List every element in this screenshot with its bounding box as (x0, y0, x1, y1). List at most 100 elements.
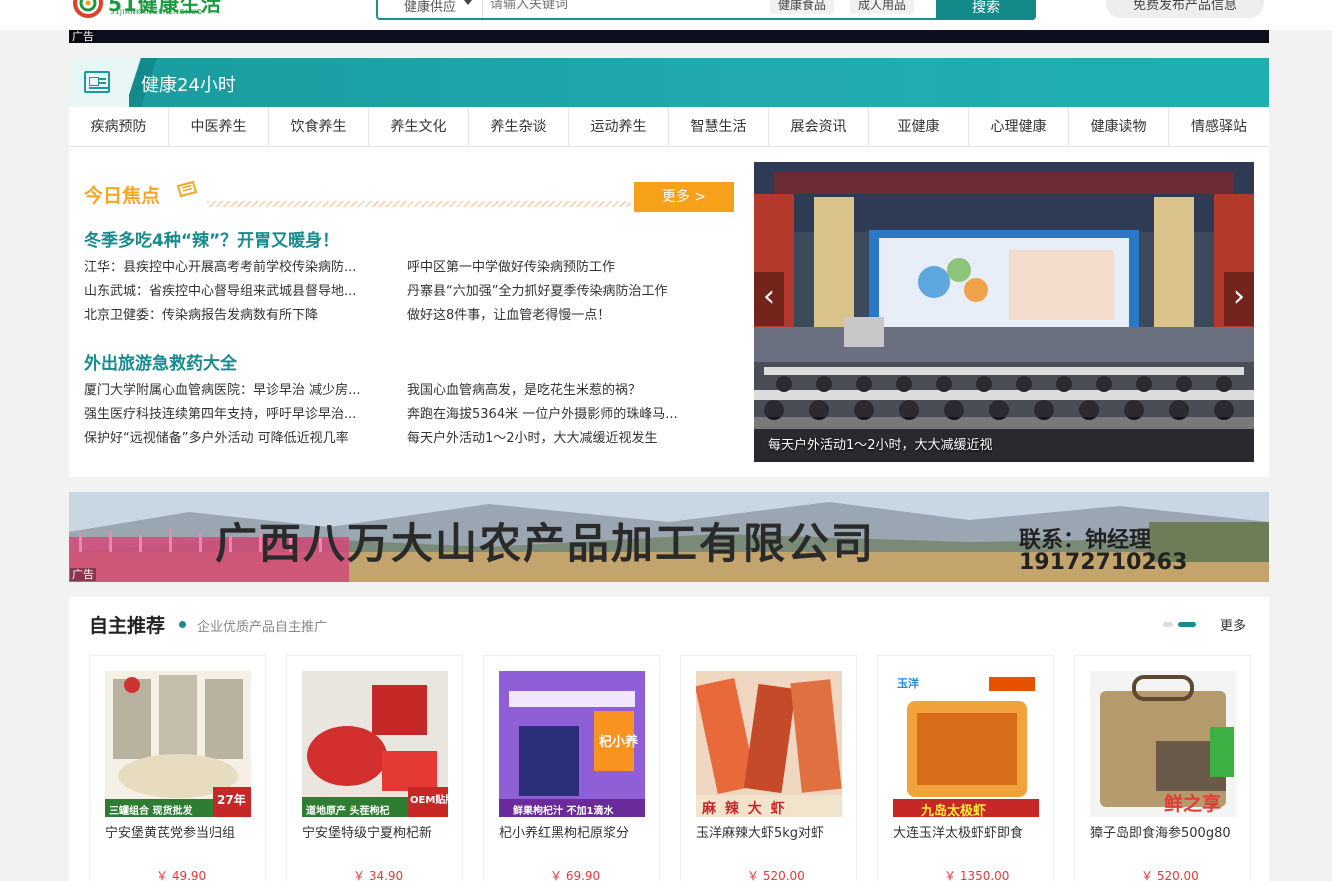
news-link[interactable]: 每天户外活动1～2小时，大大减缓近视发生 (407, 427, 707, 446)
caret-down-icon[interactable] (464, 0, 472, 5)
carousel-prev-arrow-icon[interactable]: ‹ (754, 272, 784, 326)
product-price: ￥ 34.90 (353, 869, 404, 881)
search-input[interactable] (490, 0, 750, 14)
product-badge: 九岛太极虾 (921, 804, 987, 817)
nav-item-reading[interactable]: 健康读物 (1069, 107, 1169, 147)
site-logo[interactable]: 51健康生活 51JIANKANGSHENGHUO (72, 0, 221, 20)
product-image[interactable]: 道地原产 头茬枸杞 OEM贴牌 (302, 671, 448, 817)
product-image-graphic (696, 671, 842, 817)
nav-item-smart-life[interactable]: 智慧生活 (669, 107, 769, 147)
carousel-caption[interactable]: 每天户外活动1～2小时，大大减缓近视 (768, 434, 993, 453)
product-badge-alt: 27年 (217, 793, 246, 807)
product-badge-alt: 杞小养 (599, 735, 639, 750)
nav-item-culture[interactable]: 养生文化 (369, 107, 469, 147)
product-badge: 三罐组合 现货批发 (109, 806, 193, 817)
top-header: 51健康生活 51JIANKANGSHENGHUO 健康供应 健康食品 成人用品… (0, 0, 1332, 30)
product-name[interactable]: 宁安堡黄芪党参当归组 (105, 824, 255, 844)
headline-link[interactable]: 外出旅游急救药大全 (84, 349, 237, 374)
book-icon (176, 180, 198, 198)
pager-dot-1[interactable] (1163, 622, 1173, 627)
focus-title-underline (207, 201, 631, 207)
product-name[interactable]: 大连玉洋太极虾虾即食 (893, 824, 1043, 844)
section-title: 健康24小时 (141, 75, 236, 96)
nav-item-diet[interactable]: 饮食养生 (269, 107, 369, 147)
news-link[interactable]: 江华：县疾控中心开展高考考前学校传染病防... (84, 256, 384, 275)
carousel-image (754, 162, 1254, 462)
headline-link[interactable]: 冬季多吃4种“辣”？开胃又暖身！ (84, 226, 339, 251)
pager-dot-2-active[interactable] (1178, 622, 1196, 627)
product-name[interactable]: 杞小养红黑枸杞原浆分 (499, 824, 649, 844)
product-price: ￥ 69.90 (550, 869, 601, 881)
search-divider (482, 0, 483, 18)
news-link[interactable]: 山东武城：省疾控中心督导组来武城县督导地... (84, 280, 384, 299)
hot-tag-health-food[interactable]: 健康食品 (770, 0, 835, 14)
logo-subtext: 51JIANKANGSHENGHUO (110, 8, 203, 16)
product-card[interactable]: 道地原产 头茬枸杞 OEM贴牌 宁安堡特级宁夏枸杞新 ￥ 34.90 (286, 655, 463, 881)
product-price: ￥ 520.00 (1141, 869, 1199, 881)
product-price: ￥ 49.90 (156, 869, 207, 881)
product-card[interactable]: 麻 辣 大 虾 玉洋麻辣大虾5kg对虾 ￥ 520.00 (680, 655, 857, 881)
product-card[interactable]: 杞小养 鲜果枸杞汁 不加1滴水 杞小养红黑枸杞原浆分 ￥ 69.90 (483, 655, 660, 881)
nav-item-talks[interactable]: 养生杂谈 (469, 107, 569, 147)
product-image[interactable]: 鲜之享 (1090, 671, 1236, 817)
ad-label: 广告 (70, 30, 96, 43)
product-price: ￥ 1350.00 (944, 869, 1010, 881)
product-name[interactable]: 獐子岛即食海参500g80 (1090, 824, 1240, 844)
recommend-subtitle: 企业优质产品自主推广 (197, 620, 328, 635)
nav-item-disease-prevention[interactable]: 疾病预防 (69, 107, 169, 147)
self-recommend-panel: 自主推荐 企业优质产品自主推广 更多 三罐组合 现货批发 27年 宁安堡黄芪党参… (69, 597, 1269, 881)
product-price: ￥ 520.00 (747, 869, 805, 881)
news-carousel[interactable]: ‹ › 每天户外活动1～2小时，大大减缓近视 (754, 162, 1254, 462)
news-link[interactable]: 强生医疗科技连续第四年支持，呼吁早诊早治... (84, 403, 384, 422)
product-image[interactable]: 三罐组合 现货批发 27年 (105, 671, 251, 817)
product-card[interactable]: 三罐组合 现货批发 27年 宁安堡黄芪党参当归组 ￥ 49.90 (89, 655, 266, 881)
search-category-select[interactable]: 健康供应 (404, 0, 456, 15)
product-badge: 道地原产 头茬枸杞 (306, 806, 390, 817)
news-link[interactable]: 保护好“远视储备”多户外活动 可降低近视几率 (84, 427, 384, 446)
product-card[interactable]: 玉洋 九岛太极虾 大连玉洋太极虾虾即食 ￥ 1350.00 (877, 655, 1054, 881)
product-badge: 鲜果枸杞汁 不加1滴水 (513, 806, 614, 817)
banner-phone: 19172710263 (1019, 550, 1188, 575)
recommend-more-link[interactable]: 更多 (1220, 615, 1246, 634)
nav-item-tcm[interactable]: 中医养生 (169, 107, 269, 147)
publish-product-button[interactable]: 免费发布产品信息 (1106, 0, 1264, 18)
news-link[interactable]: 北京卫健委：传染病报告发病数有所下降 (84, 304, 384, 323)
nav-item-subhealth[interactable]: 亚健康 (869, 107, 969, 147)
company-banner-ad[interactable]: 广西八万大山农产品加工有限公司 联系：钟经理 19172710263 广告 (69, 492, 1269, 582)
product-card[interactable]: 鲜之享 獐子岛即食海参500g80 ￥ 520.00 (1074, 655, 1251, 881)
product-badge: 鲜之享 (1164, 793, 1222, 815)
recommend-title: 自主推荐 (89, 615, 166, 637)
section-header: 健康24小时 (69, 58, 1269, 107)
carousel-next-arrow-icon[interactable]: › (1224, 272, 1254, 326)
news-link[interactable]: 呼中区第一中学做好传染病预防工作 (407, 256, 707, 275)
news-link[interactable]: 奔跑在海拔5364米 一位户外摄影师的珠峰马... (407, 403, 707, 422)
news-link[interactable]: 厦门大学附属心血管病医院：早诊早治 减少房... (84, 379, 384, 398)
nav-item-mental[interactable]: 心理健康 (969, 107, 1069, 147)
nav-item-sports[interactable]: 运动养生 (569, 107, 669, 147)
product-name[interactable]: 宁安堡特级宁夏枸杞新 (302, 824, 452, 844)
ad-label: 广告 (70, 568, 96, 581)
news-link[interactable]: 丹寨县“六加强”全力抓好夏季传染病防治工作 (407, 280, 707, 299)
focus-more-button[interactable]: 更多 > (634, 182, 734, 212)
news-link[interactable]: 做好这8件事，让血管老得慢一点！ (407, 304, 707, 323)
news-board-icon (84, 71, 110, 93)
product-badge: 麻 辣 大 虾 (702, 801, 787, 817)
news-link[interactable]: 我国心血管病高发，是吃花生米惹的祸？ (407, 379, 707, 398)
category-nav: 疾病预防 中医养生 饮食养生 养生文化 养生杂谈 运动养生 智慧生活 展会资讯 … (69, 107, 1269, 147)
search-bar: 健康供应 健康食品 成人用品 搜索 (376, 0, 1036, 20)
top-ad-strip[interactable]: 广告 (69, 30, 1269, 43)
product-image[interactable]: 麻 辣 大 虾 (696, 671, 842, 817)
banner-company-name: 广西八万大山农产品加工有限公司 (215, 519, 876, 568)
product-name[interactable]: 玉洋麻辣大虾5kg对虾 (696, 824, 846, 844)
product-image[interactable]: 杞小养 鲜果枸杞汁 不加1滴水 (499, 671, 645, 817)
focus-title: 今日焦点 (84, 185, 161, 207)
nav-item-expo[interactable]: 展会资讯 (769, 107, 869, 147)
search-button[interactable]: 搜索 (936, 0, 1036, 20)
hot-tag-adult-products[interactable]: 成人用品 (850, 0, 915, 14)
product-image[interactable]: 玉洋 九岛太极虾 (893, 671, 1039, 817)
brand-logo: 玉洋 (897, 677, 919, 690)
product-image-graphic (893, 671, 1039, 817)
dot-icon (179, 621, 186, 628)
logo-icon (73, 0, 103, 18)
nav-item-emotion[interactable]: 情感驿站 (1169, 107, 1269, 147)
